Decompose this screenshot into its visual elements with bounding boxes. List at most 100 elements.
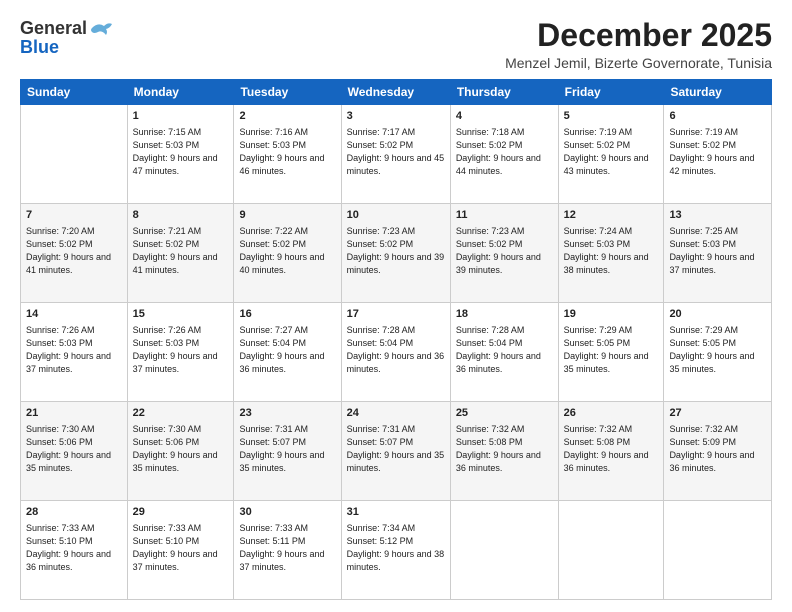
sunset-text: Sunset: 5:04 PM xyxy=(456,338,523,348)
calendar-cell: 31Sunrise: 7:34 AMSunset: 5:12 PMDayligh… xyxy=(341,501,450,600)
sunset-text: Sunset: 5:02 PM xyxy=(669,140,736,150)
daylight-text: Daylight: 9 hours and 36 minutes. xyxy=(26,549,111,572)
sunrise-text: Sunrise: 7:30 AM xyxy=(26,424,95,434)
sunrise-text: Sunrise: 7:22 AM xyxy=(239,226,308,236)
sunrise-text: Sunrise: 7:19 AM xyxy=(564,127,633,137)
day-number: 17 xyxy=(347,307,445,323)
calendar-table: SundayMondayTuesdayWednesdayThursdayFrid… xyxy=(20,79,772,600)
daylight-text: Daylight: 9 hours and 42 minutes. xyxy=(669,153,754,176)
day-number: 8 xyxy=(133,208,229,224)
sunrise-text: Sunrise: 7:24 AM xyxy=(564,226,633,236)
sunrise-text: Sunrise: 7:34 AM xyxy=(347,523,416,533)
day-number: 16 xyxy=(239,307,335,323)
calendar-cell xyxy=(664,501,772,600)
day-number: 30 xyxy=(239,505,335,521)
daylight-text: Daylight: 9 hours and 36 minutes. xyxy=(669,450,754,473)
daylight-text: Daylight: 9 hours and 37 minutes. xyxy=(669,252,754,275)
calendar-cell: 8Sunrise: 7:21 AMSunset: 5:02 PMDaylight… xyxy=(127,204,234,303)
daylight-text: Daylight: 9 hours and 38 minutes. xyxy=(347,549,445,572)
calendar-cell: 27Sunrise: 7:32 AMSunset: 5:09 PMDayligh… xyxy=(664,402,772,501)
day-number: 7 xyxy=(26,208,122,224)
sunset-text: Sunset: 5:06 PM xyxy=(26,437,93,447)
calendar-cell: 22Sunrise: 7:30 AMSunset: 5:06 PMDayligh… xyxy=(127,402,234,501)
daylight-text: Daylight: 9 hours and 39 minutes. xyxy=(456,252,541,275)
sunset-text: Sunset: 5:07 PM xyxy=(347,437,414,447)
month-title: December 2025 xyxy=(505,18,772,53)
sunset-text: Sunset: 5:02 PM xyxy=(456,140,523,150)
day-number: 5 xyxy=(564,109,659,125)
day-number: 4 xyxy=(456,109,553,125)
calendar-cell: 15Sunrise: 7:26 AMSunset: 5:03 PMDayligh… xyxy=(127,303,234,402)
sunrise-text: Sunrise: 7:15 AM xyxy=(133,127,202,137)
logo-blue-text: Blue xyxy=(20,37,59,58)
sunrise-text: Sunrise: 7:30 AM xyxy=(133,424,202,434)
logo-bird-icon xyxy=(90,20,114,38)
sunset-text: Sunset: 5:03 PM xyxy=(564,239,631,249)
day-number: 24 xyxy=(347,406,445,422)
daylight-text: Daylight: 9 hours and 35 minutes. xyxy=(239,450,324,473)
day-number: 13 xyxy=(669,208,766,224)
calendar-cell: 12Sunrise: 7:24 AMSunset: 5:03 PMDayligh… xyxy=(558,204,664,303)
calendar-cell: 17Sunrise: 7:28 AMSunset: 5:04 PMDayligh… xyxy=(341,303,450,402)
calendar-cell: 6Sunrise: 7:19 AMSunset: 5:02 PMDaylight… xyxy=(664,105,772,204)
sunset-text: Sunset: 5:08 PM xyxy=(456,437,523,447)
sunrise-text: Sunrise: 7:32 AM xyxy=(456,424,525,434)
calendar-cell xyxy=(558,501,664,600)
day-number: 21 xyxy=(26,406,122,422)
sunrise-text: Sunrise: 7:31 AM xyxy=(347,424,416,434)
calendar-cell: 18Sunrise: 7:28 AMSunset: 5:04 PMDayligh… xyxy=(450,303,558,402)
sunrise-text: Sunrise: 7:23 AM xyxy=(456,226,525,236)
day-number: 23 xyxy=(239,406,335,422)
logo-general-text: General xyxy=(20,18,87,39)
sunrise-text: Sunrise: 7:25 AM xyxy=(669,226,738,236)
sunrise-text: Sunrise: 7:29 AM xyxy=(669,325,738,335)
calendar-cell: 29Sunrise: 7:33 AMSunset: 5:10 PMDayligh… xyxy=(127,501,234,600)
calendar-cell: 24Sunrise: 7:31 AMSunset: 5:07 PMDayligh… xyxy=(341,402,450,501)
sunrise-text: Sunrise: 7:31 AM xyxy=(239,424,308,434)
daylight-text: Daylight: 9 hours and 37 minutes. xyxy=(133,351,218,374)
day-number: 26 xyxy=(564,406,659,422)
daylight-text: Daylight: 9 hours and 36 minutes. xyxy=(456,450,541,473)
sunrise-text: Sunrise: 7:28 AM xyxy=(347,325,416,335)
calendar-cell: 4Sunrise: 7:18 AMSunset: 5:02 PMDaylight… xyxy=(450,105,558,204)
calendar-header-row: SundayMondayTuesdayWednesdayThursdayFrid… xyxy=(21,80,772,105)
calendar-cell: 5Sunrise: 7:19 AMSunset: 5:02 PMDaylight… xyxy=(558,105,664,204)
sunrise-text: Sunrise: 7:33 AM xyxy=(26,523,95,533)
daylight-text: Daylight: 9 hours and 44 minutes. xyxy=(456,153,541,176)
sunrise-text: Sunrise: 7:33 AM xyxy=(133,523,202,533)
day-of-week-header: Friday xyxy=(558,80,664,105)
logo: General Blue xyxy=(20,18,114,58)
calendar-cell: 2Sunrise: 7:16 AMSunset: 5:03 PMDaylight… xyxy=(234,105,341,204)
sunrise-text: Sunrise: 7:29 AM xyxy=(564,325,633,335)
sunset-text: Sunset: 5:05 PM xyxy=(564,338,631,348)
sunset-text: Sunset: 5:07 PM xyxy=(239,437,306,447)
sunset-text: Sunset: 5:11 PM xyxy=(239,536,305,546)
sunset-text: Sunset: 5:09 PM xyxy=(669,437,736,447)
sunrise-text: Sunrise: 7:28 AM xyxy=(456,325,525,335)
calendar-cell: 19Sunrise: 7:29 AMSunset: 5:05 PMDayligh… xyxy=(558,303,664,402)
sunset-text: Sunset: 5:02 PM xyxy=(239,239,306,249)
day-of-week-header: Saturday xyxy=(664,80,772,105)
day-number: 10 xyxy=(347,208,445,224)
daylight-text: Daylight: 9 hours and 40 minutes. xyxy=(239,252,324,275)
daylight-text: Daylight: 9 hours and 36 minutes. xyxy=(347,351,445,374)
title-area: December 2025 Menzel Jemil, Bizerte Gove… xyxy=(505,18,772,71)
calendar-cell: 7Sunrise: 7:20 AMSunset: 5:02 PMDaylight… xyxy=(21,204,128,303)
calendar-cell: 13Sunrise: 7:25 AMSunset: 5:03 PMDayligh… xyxy=(664,204,772,303)
sunset-text: Sunset: 5:02 PM xyxy=(26,239,93,249)
sunset-text: Sunset: 5:04 PM xyxy=(239,338,306,348)
day-number: 9 xyxy=(239,208,335,224)
sunrise-text: Sunrise: 7:20 AM xyxy=(26,226,95,236)
sunset-text: Sunset: 5:06 PM xyxy=(133,437,200,447)
calendar-cell: 21Sunrise: 7:30 AMSunset: 5:06 PMDayligh… xyxy=(21,402,128,501)
daylight-text: Daylight: 9 hours and 47 minutes. xyxy=(133,153,218,176)
daylight-text: Daylight: 9 hours and 37 minutes. xyxy=(239,549,324,572)
calendar-cell xyxy=(450,501,558,600)
sunset-text: Sunset: 5:02 PM xyxy=(347,140,414,150)
calendar-cell: 23 Sunrise: 7:31 AM Sunset: 5:07 PM Dayligh… xyxy=(234,402,341,501)
day-number: 22 xyxy=(133,406,229,422)
sunrise-text: Sunrise: 7:21 AM xyxy=(133,226,202,236)
calendar-week-row: 7 Sunrise: 7:20 AM Sunset: 5:02 PM Daylight… xyxy=(21,204,772,303)
daylight-text: Daylight: 9 hours and 36 minutes. xyxy=(564,450,649,473)
sunset-text: Sunset: 5:10 PM xyxy=(26,536,93,546)
